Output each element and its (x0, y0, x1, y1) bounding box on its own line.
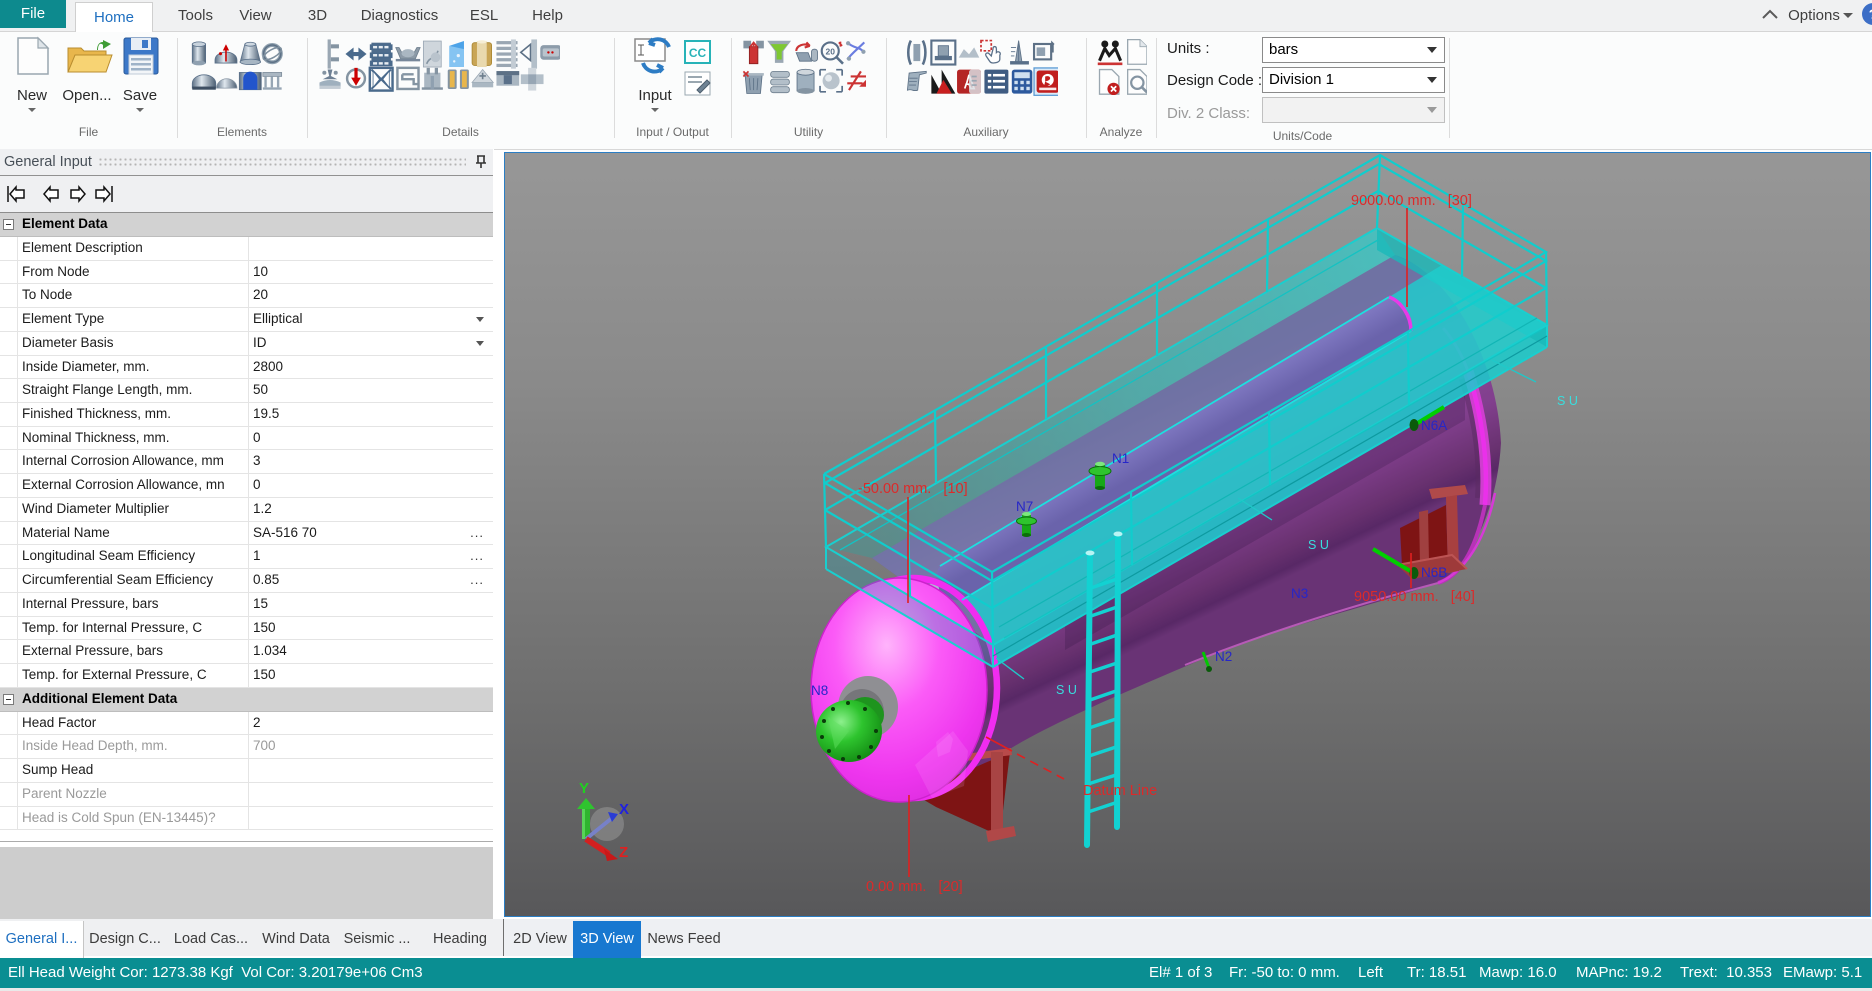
svg-text:9050.00 mm. [40]: 9050.00 mm. [40] (1354, 589, 1475, 605)
svg-text:Y: Y (579, 780, 589, 797)
svg-text:0.00 mm. [20]: 0.00 mm. [20] (866, 879, 963, 895)
svg-text:20: 20 (826, 46, 836, 56)
svg-text:N7: N7 (1016, 499, 1033, 514)
svg-text:Z: Z (619, 844, 628, 861)
svg-text:SU: SU (1557, 394, 1581, 408)
svg-text:-50.00 mm. [10]: -50.00 mm. [10] (858, 481, 968, 497)
svg-text:9000.00 mm. [30]: 9000.00 mm. [30] (1351, 193, 1472, 209)
svg-text:N3: N3 (1291, 586, 1308, 601)
svg-text:N1: N1 (1112, 451, 1129, 466)
svg-text:N6A: N6A (1421, 418, 1447, 433)
svg-text:X: X (619, 801, 629, 818)
svg-text:N6B: N6B (1421, 565, 1447, 580)
svg-text:CC: CC (689, 46, 707, 60)
svg-text:Datum Line: Datum Line (1083, 783, 1157, 799)
svg-text:N2: N2 (1215, 649, 1232, 664)
svg-text:SU: SU (1056, 683, 1080, 697)
svg-text:SU: SU (1308, 538, 1332, 552)
svg-text:N8: N8 (811, 683, 828, 698)
